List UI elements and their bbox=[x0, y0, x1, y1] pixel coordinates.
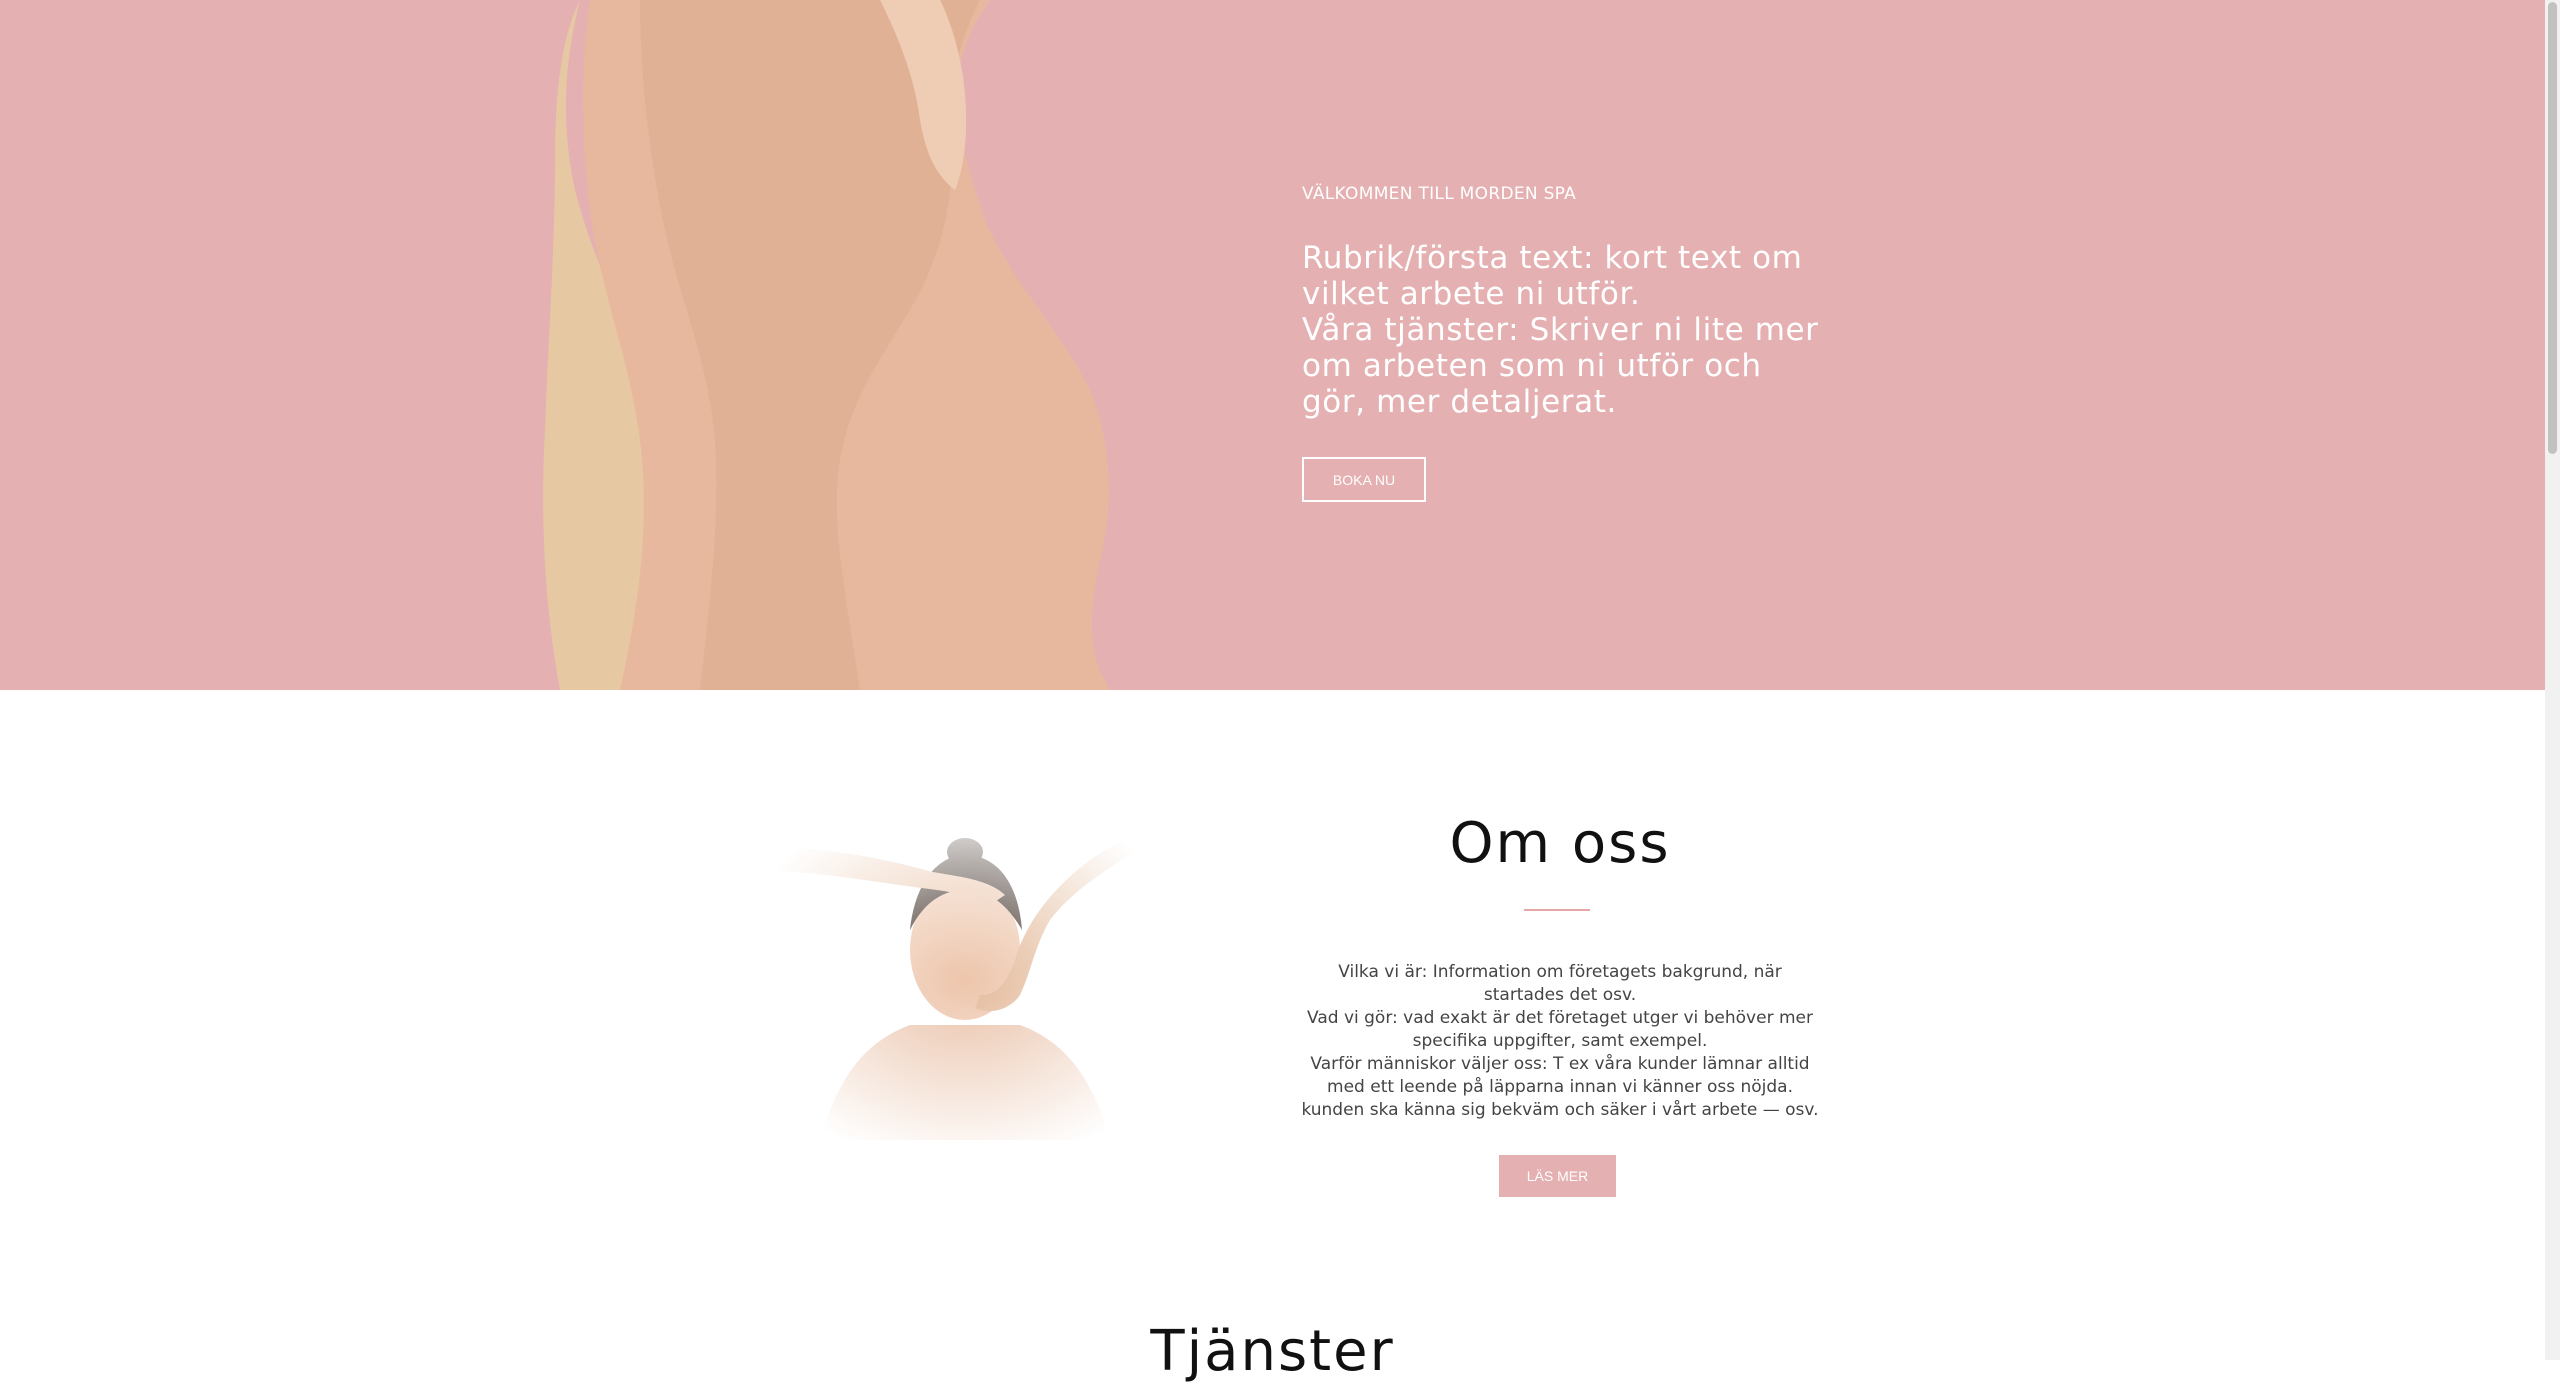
hero-line-2: Våra tjänster: Skriver ni lite mer om ar… bbox=[1302, 312, 1819, 420]
hero-line-1: Rubrik/första text: kort text om vilket … bbox=[1302, 240, 1803, 312]
services-title: Tjänster bbox=[1150, 1319, 1395, 1384]
about-title: Om oss bbox=[1449, 811, 1671, 876]
hero-woman-back-image bbox=[543, 0, 1110, 690]
about-text: Vilka vi är: Information om företagets b… bbox=[1300, 961, 1820, 1122]
about-face-massage-image bbox=[750, 810, 1180, 1150]
about-paragraph-1: Vilka vi är: Information om företagets b… bbox=[1338, 962, 1782, 1005]
hero-welcome-text: VÄLKOMMEN TILL MORDEN SPA bbox=[1302, 184, 1577, 204]
about-divider bbox=[1524, 909, 1590, 911]
scrollbar-thumb[interactable] bbox=[2548, 2, 2557, 454]
hero-content: VÄLKOMMEN TILL MORDEN SPA Rubrik/första … bbox=[1302, 182, 1822, 420]
hero-section: VÄLKOMMEN TILL MORDEN SPA Rubrik/första … bbox=[0, 0, 2545, 690]
book-now-button[interactable]: BOKA NU bbox=[1302, 457, 1426, 502]
about-paragraph-3: Varför människor väljer oss: T ex våra k… bbox=[1301, 1054, 1819, 1120]
hero-body-text: Rubrik/första text: kort text om vilket … bbox=[1302, 240, 1822, 420]
read-more-button[interactable]: LÄS MER bbox=[1499, 1155, 1616, 1197]
about-paragraph-2: Vad vi gör: vad exakt är det företaget u… bbox=[1307, 1008, 1813, 1051]
